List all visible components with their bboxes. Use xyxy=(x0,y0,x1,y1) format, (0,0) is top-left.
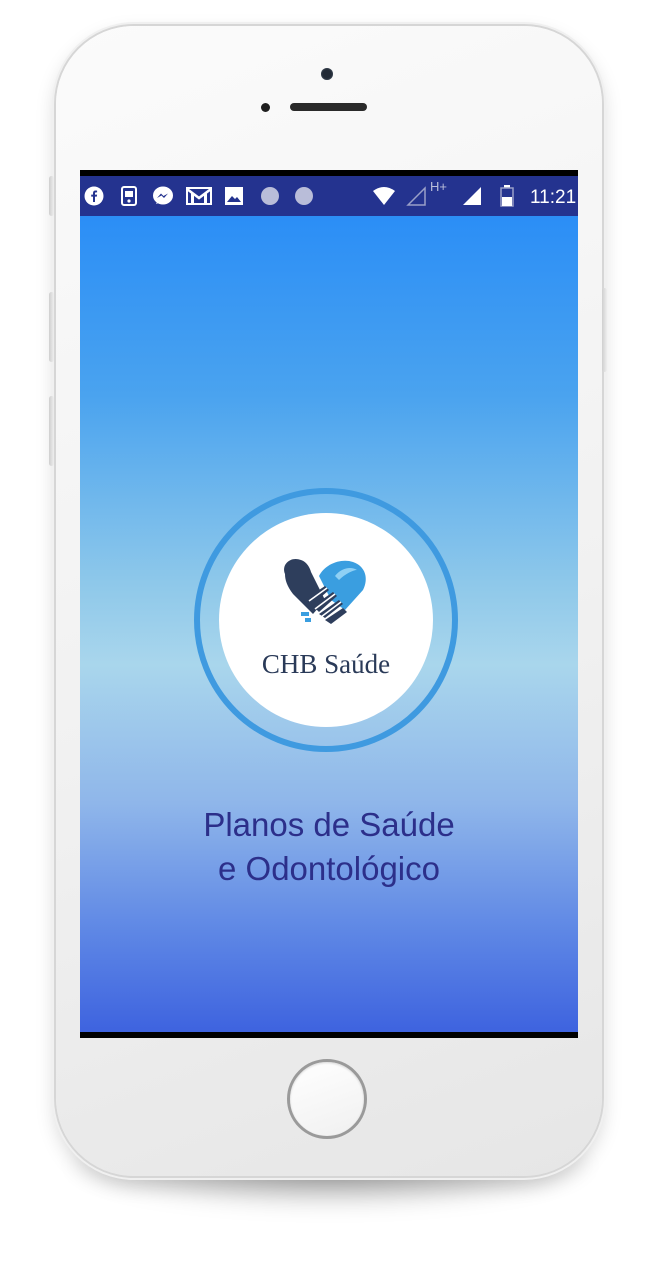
network-type-label: H+ xyxy=(430,179,447,194)
proximity-sensor xyxy=(261,103,270,112)
volume-up-button[interactable] xyxy=(49,292,54,362)
notification-dot-icon xyxy=(295,187,313,205)
messenger-icon xyxy=(153,186,173,205)
status-bar: H+ 11:21 xyxy=(80,176,578,216)
volume-down-button[interactable] xyxy=(49,396,54,466)
power-button[interactable] xyxy=(602,288,607,372)
wifi-icon xyxy=(373,187,395,205)
notification-dot-icon xyxy=(261,187,279,205)
handshake-heart-icon xyxy=(284,558,366,624)
logo-text: CHB Saúde xyxy=(261,649,391,679)
phone-screen: H+ 11:21 CHB Saúde Planos de Saúde e Odo… xyxy=(80,170,578,1038)
silent-switch[interactable] xyxy=(49,176,54,216)
image-icon xyxy=(225,187,243,205)
home-button[interactable] xyxy=(287,1059,367,1139)
earpiece-speaker xyxy=(290,103,367,111)
splash-screen: CHB Saúde Planos de Saúde e Odontológico xyxy=(80,216,578,1032)
device-stage: H+ 11:21 CHB Saúde Planos de Saúde e Odo… xyxy=(0,0,658,1272)
gmail-icon xyxy=(186,187,212,205)
facebook-icon xyxy=(84,186,104,206)
signal-empty-icon xyxy=(406,186,426,206)
sim-card-icon xyxy=(121,186,137,206)
battery-icon xyxy=(500,185,514,207)
tagline-line-2: e Odontológico xyxy=(218,850,440,887)
signal-icon xyxy=(463,187,481,205)
front-camera xyxy=(321,68,333,80)
status-time: 11:21 xyxy=(530,187,577,208)
tagline-line-1: Planos de Saúde xyxy=(203,806,455,843)
